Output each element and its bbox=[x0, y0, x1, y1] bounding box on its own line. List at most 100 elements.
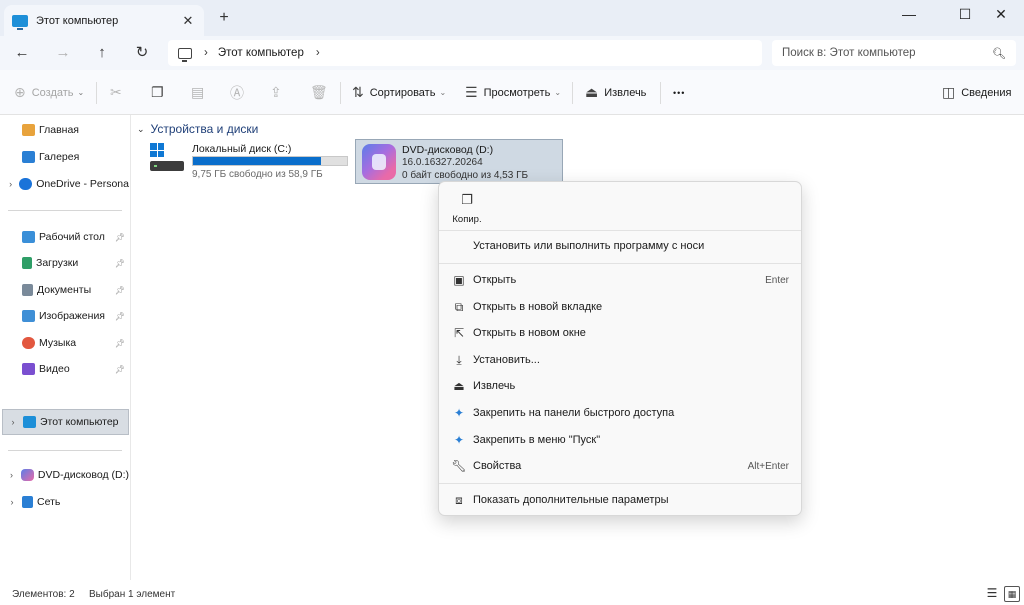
tab-close-button[interactable]: ✕ bbox=[180, 13, 196, 29]
copy-button[interactable]: ❐ bbox=[151, 70, 170, 115]
menu-item-install-run[interactable]: Установить или выполнить программу с нос… bbox=[445, 233, 795, 259]
cut-button[interactable]: ✂ bbox=[110, 70, 128, 115]
command-bar: ⊕ Создать ⌄ ✂ ❐ ▤ Ⓐ ⇪ 🗑︎ ⇅ Сортировать ⌄… bbox=[0, 70, 1024, 115]
paste-button[interactable]: ▤ bbox=[191, 70, 210, 115]
search-input[interactable]: Поиск в: Этот компьютер 🔍︎ bbox=[772, 40, 1016, 66]
pin-icon: ✦ bbox=[453, 406, 465, 420]
drive-c-tile[interactable]: Локальный диск (C:) 9,75 ГБ свободно из … bbox=[146, 139, 352, 184]
dvd-icon bbox=[20, 469, 34, 481]
drive-d-name: DVD-дисковод (D:) bbox=[402, 144, 494, 156]
menu-item-pin-start[interactable]: ✦ Закрепить в меню "Пуск" bbox=[445, 427, 795, 453]
share-button[interactable]: ⇪ bbox=[270, 70, 288, 115]
refresh-button[interactable]: ↻ bbox=[130, 42, 154, 64]
new-tab-button[interactable]: + bbox=[214, 9, 234, 27]
eject-button[interactable]: ⏏ Извлечь bbox=[585, 70, 646, 115]
address-bar[interactable]: › Этот компьютер › bbox=[168, 40, 762, 66]
pin-icon: 📌︎ bbox=[114, 338, 125, 348]
sidebar-item-pictures[interactable]: Изображения 📌︎ bbox=[2, 303, 129, 329]
sidebar-item-gallery[interactable]: Галерея bbox=[2, 144, 129, 170]
create-button[interactable]: ⊕ Создать ⌄ bbox=[14, 70, 84, 115]
chevron-down-icon: ⌄ bbox=[77, 88, 85, 97]
copy-icon: ❐ bbox=[461, 191, 473, 207]
sidebar-item-home[interactable]: Главная bbox=[2, 117, 129, 143]
close-window-button[interactable]: ✕ bbox=[978, 0, 1024, 28]
eject-icon: ⏏ bbox=[453, 379, 465, 393]
menu-item-show-more-options[interactable]: ⧈ Показать дополнительные параметры bbox=[445, 487, 795, 513]
back-button[interactable]: ← bbox=[10, 42, 34, 64]
rename-icon: Ⓐ bbox=[230, 84, 244, 101]
sidebar-divider bbox=[8, 450, 122, 451]
eject-label: Извлечь bbox=[604, 86, 647, 99]
sidebar-item-downloads[interactable]: Загрузки 📌︎ bbox=[2, 250, 129, 276]
up-button[interactable]: ↑ bbox=[90, 42, 114, 64]
navigation-bar: ← → ↑ ↻ › Этот компьютер › Поиск в: Этот… bbox=[0, 36, 1024, 70]
context-copy-button[interactable]: ❐ Копир. bbox=[447, 188, 487, 228]
menu-item-label: Установить или выполнить программу с нос… bbox=[473, 240, 705, 252]
context-menu: ❐ Копир. Установить или выполнить програ… bbox=[438, 181, 802, 516]
menu-item-pin-quick-access[interactable]: ✦ Закрепить на панели быстрого доступа bbox=[445, 400, 795, 426]
navigation-pane: Главная Галерея › OneDrive - Persona Раб… bbox=[0, 115, 131, 580]
drive-d-tile[interactable]: DVD-дисковод (D:) 16.0.16327.20264 0 бай… bbox=[355, 139, 563, 184]
tiles-view-icon[interactable]: ▦ bbox=[1004, 586, 1020, 602]
group-header-devices[interactable]: ⌄ Устройства и диски bbox=[137, 122, 258, 136]
menu-item-open[interactable]: ▣ Открыть Enter bbox=[445, 267, 795, 293]
sidebar-item-label: Этот компьютер bbox=[40, 416, 119, 428]
sort-button[interactable]: ⇅ Сортировать ⌄ bbox=[352, 70, 446, 115]
menu-item-install[interactable]: ⤓ Установить... bbox=[445, 347, 795, 373]
forward-button[interactable]: → bbox=[51, 42, 75, 64]
sidebar-item-this-pc[interactable]: › Этот компьютер bbox=[2, 409, 129, 435]
monitor-icon bbox=[178, 47, 192, 62]
more-options-button[interactable]: ••• bbox=[673, 70, 685, 115]
sidebar-item-label: Сеть bbox=[37, 496, 61, 508]
menu-divider bbox=[439, 483, 801, 484]
breadcrumb-this-pc[interactable]: Этот компьютер bbox=[218, 47, 304, 59]
details-label: Сведения bbox=[961, 86, 1012, 99]
expand-chevron-icon[interactable]: › bbox=[2, 470, 21, 480]
sidebar-item-videos[interactable]: Видео 📌︎ bbox=[2, 356, 129, 382]
details-button[interactable]: ◫ Сведения bbox=[942, 70, 1012, 115]
view-button[interactable]: ☰ Просмотреть ⌄ bbox=[465, 70, 561, 115]
clipboard-icon: ▤ bbox=[191, 84, 205, 100]
status-bar: Элементов: 2 Выбран 1 элемент ☰ ▦ bbox=[0, 583, 1024, 605]
expand-chevron-icon[interactable]: › bbox=[2, 497, 22, 507]
breadcrumb-chevron[interactable]: › bbox=[316, 47, 320, 59]
pin-start-icon: ✦ bbox=[453, 433, 465, 447]
sidebar-item-network[interactable]: › Сеть bbox=[2, 489, 129, 515]
search-placeholder: Поиск в: Этот компьютер bbox=[782, 47, 916, 59]
sidebar-item-music[interactable]: Музыка 📌︎ bbox=[2, 330, 129, 356]
menu-divider bbox=[439, 230, 801, 231]
music-icon bbox=[22, 337, 35, 349]
menu-item-label: Свойства bbox=[473, 460, 522, 472]
delete-button[interactable]: 🗑︎ bbox=[310, 70, 334, 115]
expand-chevron-icon[interactable]: › bbox=[2, 179, 19, 189]
expand-chevron-icon[interactable]: › bbox=[3, 417, 23, 427]
copy-icon: ❐ bbox=[151, 84, 164, 100]
sidebar-item-dvd-drive[interactable]: › DVD-дисковод (D:) bbox=[2, 462, 129, 488]
sidebar-item-label: DVD-дисковод (D:) bbox=[37, 469, 129, 481]
sidebar-item-label: OneDrive - Persona bbox=[36, 178, 129, 190]
menu-item-label: Открыть в новом окне bbox=[473, 327, 586, 339]
minimize-button[interactable]: — bbox=[886, 0, 932, 28]
computer-icon bbox=[12, 14, 28, 30]
menu-item-open-new-tab[interactable]: ⧉ Открыть в новой вкладке bbox=[445, 294, 795, 320]
sidebar-item-label: Изображения bbox=[39, 310, 105, 322]
chevron-down-icon: ⌄ bbox=[439, 88, 447, 97]
menu-item-open-new-window[interactable]: ⇱ Открыть в новом окне bbox=[445, 320, 795, 346]
rename-button[interactable]: Ⓐ bbox=[230, 70, 250, 115]
share-icon: ⇪ bbox=[270, 84, 282, 100]
menu-item-properties[interactable]: 🔧︎ Свойства Alt+Enter bbox=[445, 453, 795, 479]
details-view-icon[interactable]: ☰ bbox=[984, 586, 1000, 602]
tab-title: Этот компьютер bbox=[36, 14, 119, 27]
details-pane-icon: ◫ bbox=[942, 84, 956, 100]
chevron-down-icon: ⌄ bbox=[554, 88, 562, 97]
sidebar-item-documents[interactable]: Документы 📌︎ bbox=[2, 277, 129, 303]
more-options-icon: ⧈ bbox=[455, 492, 463, 507]
sidebar-item-desktop[interactable]: Рабочий стол 📌︎ bbox=[2, 224, 129, 250]
menu-item-eject[interactable]: ⏏ Извлечь bbox=[445, 373, 795, 399]
menu-item-label: Закрепить в меню "Пуск" bbox=[473, 434, 601, 446]
sidebar-item-onedrive[interactable]: › OneDrive - Persona bbox=[2, 171, 129, 197]
sidebar-item-label: Видео bbox=[39, 363, 70, 375]
tab-this-pc[interactable]: Этот компьютер ✕ bbox=[4, 5, 204, 36]
menu-item-shortcut: Alt+Enter bbox=[747, 460, 789, 472]
install-icon: ⤓ bbox=[456, 352, 462, 367]
